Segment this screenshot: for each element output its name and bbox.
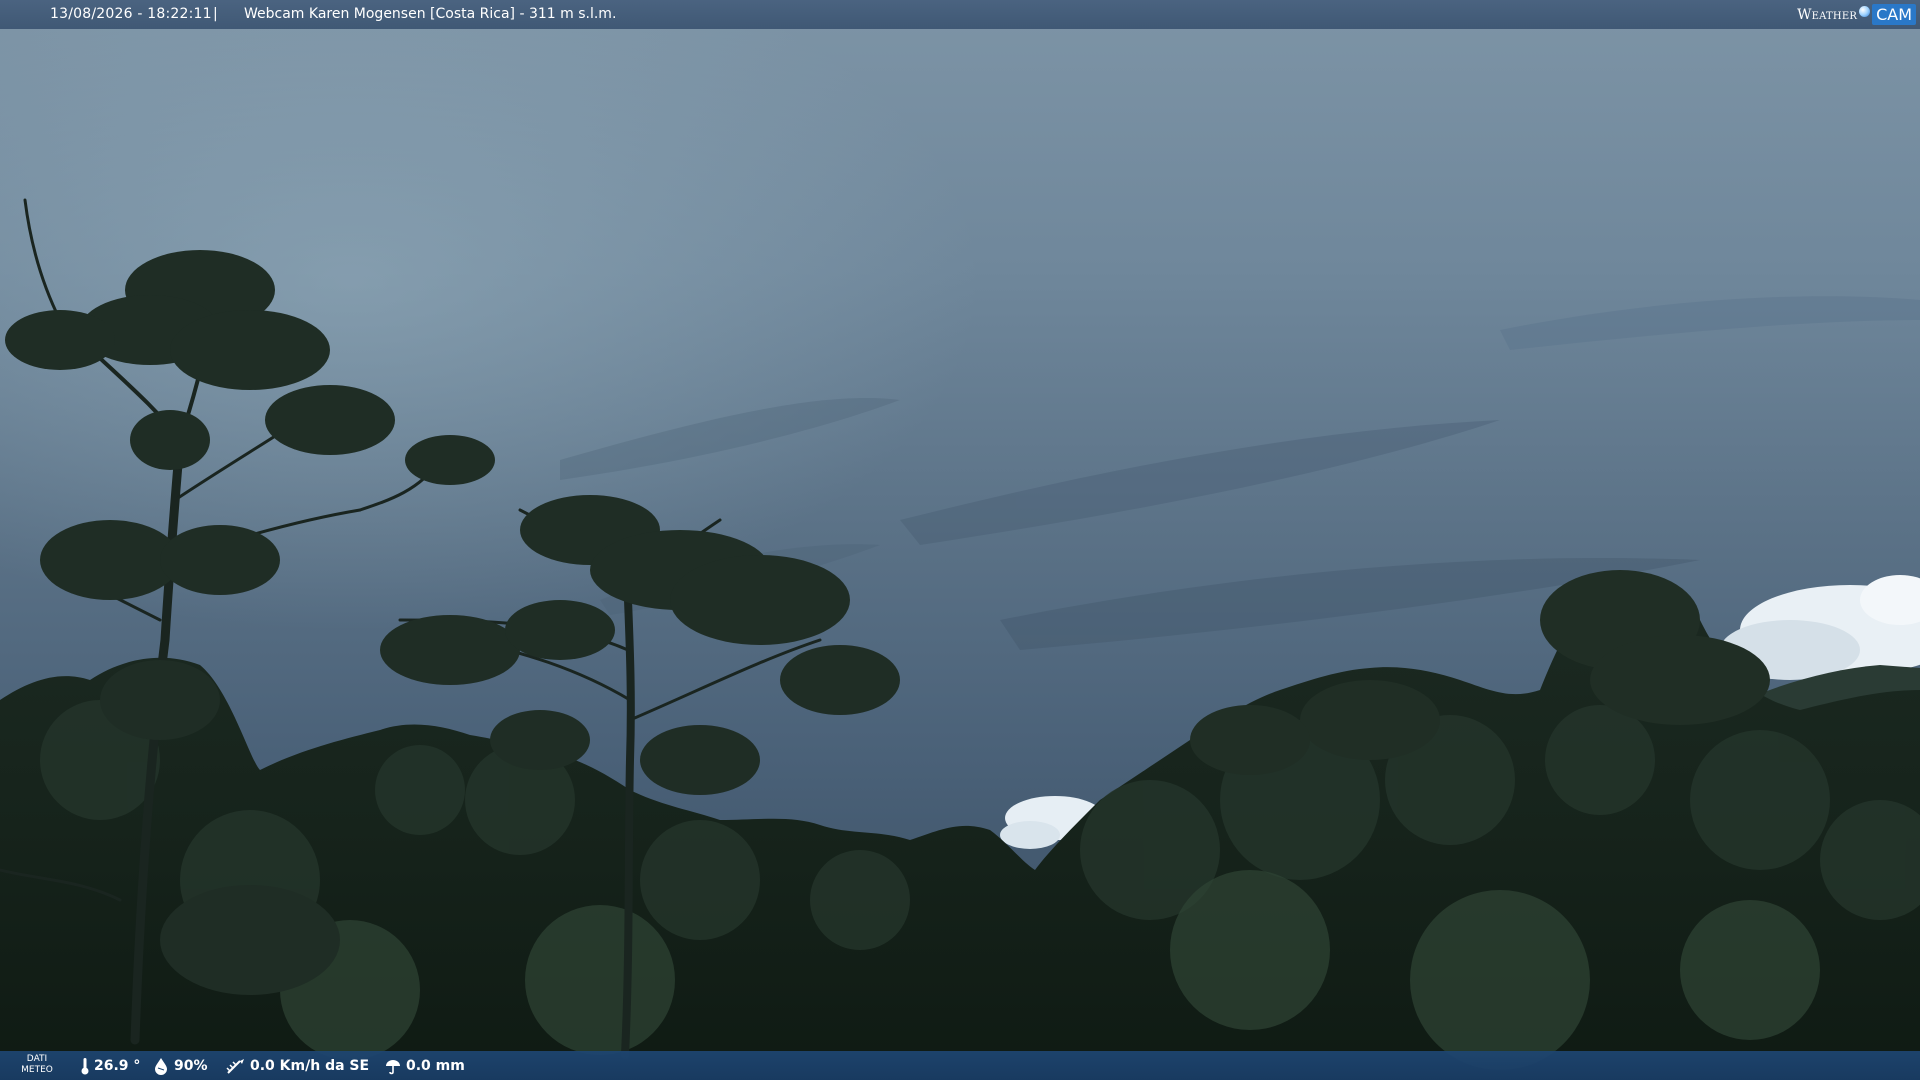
camera-title: Webcam Karen Mogensen [Costa Rica] - 311… [244, 6, 617, 22]
dati-meteo-label: DATI METEO [20, 1054, 54, 1076]
title-separator: | [213, 6, 218, 22]
humidity-value: 90% [174, 1058, 208, 1074]
logo-globe-icon [1859, 6, 1871, 17]
wind-icon [226, 1059, 244, 1074]
humidity-icon [155, 1058, 167, 1075]
weather-data-bar: DATI METEO 26.9 ° 90% 0.0 Km/h da SE 0.0… [0, 1051, 1920, 1080]
dati-label-line1: DATI [26, 1054, 48, 1064]
thermometer-icon [81, 1058, 89, 1075]
weathercam-logo[interactable]: Weather CAM [1797, 2, 1916, 27]
top-info-bar: 13/08/2026 - 18:22:11 | Webcam Karen Mog… [0, 0, 1920, 29]
temperature-readout: 26.9 ° [80, 1057, 140, 1075]
dati-label-line2: METEO [21, 1065, 53, 1075]
timestamp: 13/08/2026 - 18:22:11 [50, 6, 212, 22]
rain-gauge-icon [386, 1060, 400, 1075]
humidity-readout: 90% [152, 1057, 208, 1075]
landscape-scene [0, 198, 1920, 1080]
wind-readout: 0.0 Km/h da SE [226, 1057, 369, 1075]
temperature-value: 26.9 ° [94, 1058, 141, 1074]
webcam-frame: 13/08/2026 - 18:22:11 | Webcam Karen Mog… [0, 0, 1920, 1080]
rain-readout: 0.0 mm [384, 1057, 465, 1075]
logo-weather-text: Weather [1797, 6, 1858, 23]
rain-value: 0.0 mm [406, 1058, 465, 1074]
logo-cam-text: CAM [1872, 4, 1916, 25]
wind-value: 0.0 Km/h da SE [250, 1058, 370, 1074]
